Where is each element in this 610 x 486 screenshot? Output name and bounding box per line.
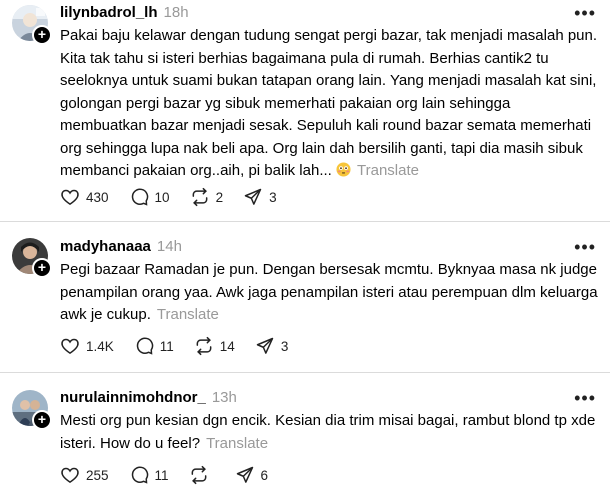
comment-button[interactable]: 10 xyxy=(129,187,170,207)
share-icon xyxy=(236,466,253,483)
post-line: Kita tak tahu si isteri berhias bagaiman… xyxy=(60,49,549,67)
avatar-wrapper[interactable]: + xyxy=(12,238,52,278)
more-icon[interactable]: ••• xyxy=(574,389,596,407)
post-last-line: membanci pakaian org..aih, pi balik lah.… xyxy=(60,160,600,183)
avatar-wrapper[interactable]: + xyxy=(12,5,52,45)
heart-icon xyxy=(61,338,79,354)
repost-count: 2 xyxy=(215,189,224,205)
action-bar: 1.4K 11 14 3 xyxy=(60,335,308,357)
heart-icon xyxy=(61,189,79,205)
share-icon xyxy=(256,337,274,354)
post-line: awk je cukup. xyxy=(60,306,151,323)
post-line: golongan pergi bazar yg sibuk memerhati … xyxy=(60,94,511,112)
repost-icon xyxy=(191,465,206,485)
flushed-face-emoji xyxy=(336,162,351,177)
username[interactable]: nurulainnimohdnor_ xyxy=(60,389,206,406)
like-count: 255 xyxy=(86,467,109,483)
post-header: nurulainnimohdnor_ 13h xyxy=(60,389,237,406)
comment-button[interactable]: 11 xyxy=(134,336,174,356)
post-line: org sehingga lupa nak beli apa. Org lain… xyxy=(60,139,583,157)
like-count: 1.4K xyxy=(86,338,114,354)
follow-plus-icon[interactable]: + xyxy=(32,25,52,45)
comment-button[interactable]: 11 xyxy=(129,465,169,485)
post-text: Pakai baju kelawar dengan tudung sengat … xyxy=(60,25,600,183)
translate-link[interactable]: Translate xyxy=(357,162,419,179)
repost-count: 14 xyxy=(219,338,235,354)
action-bar: 255 11 6 xyxy=(60,464,288,486)
timestamp: 13h xyxy=(211,389,237,406)
post-text: Pegi bazaar Ramadan je pun. Dengan berse… xyxy=(60,259,600,327)
action-bar: 430 10 2 3 xyxy=(60,186,297,208)
repost-icon xyxy=(192,187,207,207)
post-last-line: awk je cukup. Translate xyxy=(60,304,600,327)
repost-icon xyxy=(196,336,212,356)
comment-icon xyxy=(131,466,148,484)
share-button[interactable]: 3 xyxy=(243,187,277,207)
avatar-wrapper[interactable]: + xyxy=(12,390,52,430)
follow-plus-icon[interactable]: + xyxy=(32,410,52,430)
heart-icon xyxy=(61,467,79,483)
username[interactable]: lilynbadrol_lh xyxy=(60,4,158,21)
share-button[interactable]: 6 xyxy=(235,465,269,485)
share-icon xyxy=(244,188,262,205)
post-line: membuatkan bazar menjadi sesak. Sepuluh … xyxy=(60,117,592,134)
post-header: madyhanaaa 14h xyxy=(60,238,182,255)
like-button[interactable]: 430 xyxy=(60,187,109,207)
post: + madyhanaaa 14h ••• Pegi bazaar Ramadan … xyxy=(0,222,610,372)
comment-icon xyxy=(136,337,154,355)
comment-count: 10 xyxy=(154,189,170,205)
post-text: Mesti org pun kesian dgn encik. Kesian d… xyxy=(60,410,600,455)
like-button[interactable]: 1.4K xyxy=(60,336,114,356)
translate-link[interactable]: Translate xyxy=(157,306,219,323)
post-line: isteri. How do u feel? xyxy=(60,434,201,452)
post-last-line: isteri. How do u feel? Translate xyxy=(60,433,600,456)
repost-button[interactable] xyxy=(189,465,215,485)
repost-button[interactable]: 14 xyxy=(194,336,235,356)
like-button[interactable]: 255 xyxy=(60,465,109,485)
timestamp: 18h xyxy=(163,4,189,21)
share-count: 6 xyxy=(260,467,269,483)
share-button[interactable]: 3 xyxy=(255,336,289,356)
share-count: 3 xyxy=(269,189,277,205)
post-line: Mesti org pun kesian dgn encik. Kesian d… xyxy=(60,412,596,429)
repost-button[interactable]: 2 xyxy=(190,187,224,207)
comment-count: 11 xyxy=(154,467,169,483)
post-line: Pegi bazaar Ramadan je pun. Dengan berse… xyxy=(60,261,597,278)
like-count: 430 xyxy=(86,189,109,205)
post-line: seeloknya untuk suami bukan tatapan oran… xyxy=(60,72,597,89)
username[interactable]: madyhanaaa xyxy=(60,238,151,255)
comment-count: 11 xyxy=(159,338,174,354)
translate-link[interactable]: Translate xyxy=(206,435,268,452)
post-line: membanci pakaian org..aih, pi balik lah.… xyxy=(60,162,332,179)
more-icon[interactable]: ••• xyxy=(574,4,596,22)
post-line: Pakai baju kelawar dengan tudung sengat … xyxy=(60,27,598,44)
follow-plus-icon[interactable]: + xyxy=(32,258,52,278)
timestamp: 14h xyxy=(156,238,182,255)
share-count: 3 xyxy=(280,338,289,354)
post: + lilynbadrol_lh 18h ••• Pakai baju kelaw… xyxy=(0,0,610,221)
post-line: penampilan orang yaa. Awk jaga penampila… xyxy=(60,283,598,301)
post: + nurulainnimohdnor_ 13h ••• Mesti org pu… xyxy=(0,373,610,486)
post-header: lilynbadrol_lh 18h xyxy=(60,4,189,21)
comment-icon xyxy=(131,188,148,206)
more-icon[interactable]: ••• xyxy=(574,238,596,256)
